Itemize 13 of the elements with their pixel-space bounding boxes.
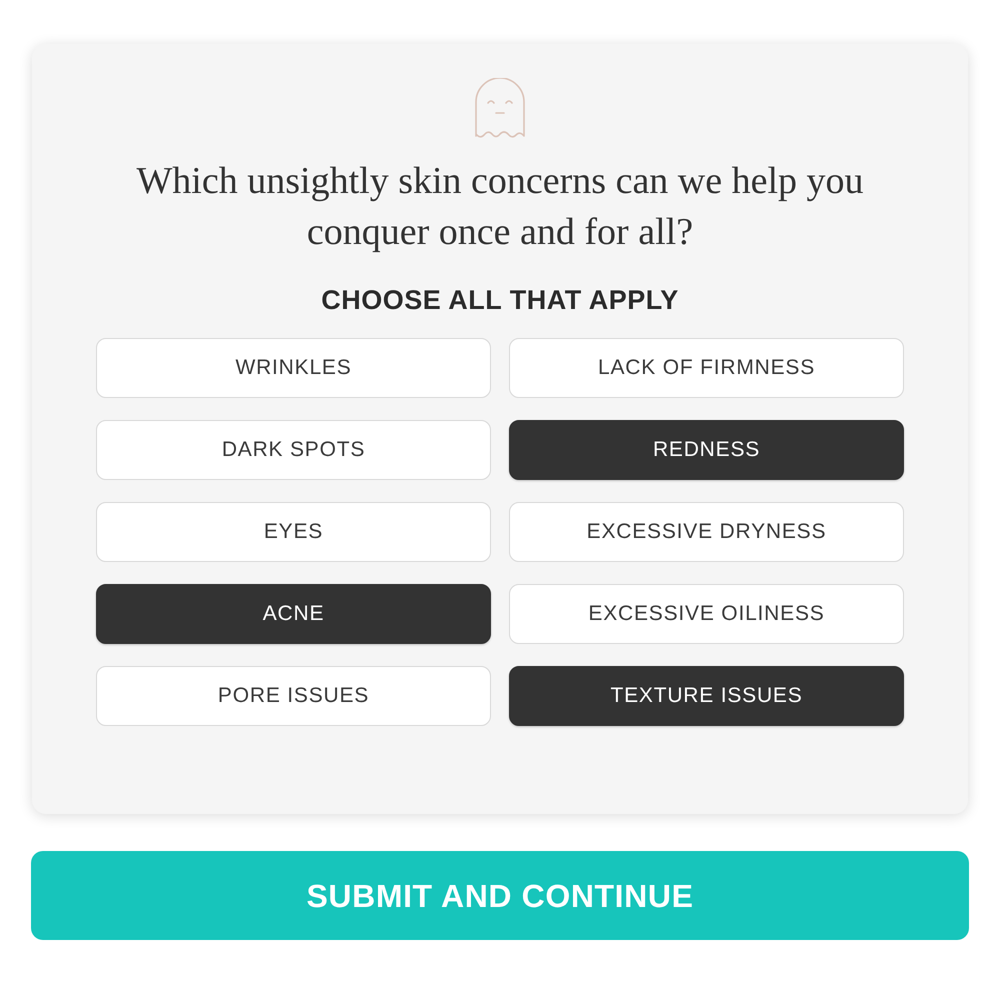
- option-button[interactable]: EYES: [96, 502, 491, 562]
- question-heading: Which unsightly skin concerns can we help you conquer once and for all?: [135, 159, 865, 255]
- option-button[interactable]: EXCESSIVE DRYNESS: [509, 502, 904, 562]
- option-button[interactable]: TEXTURE ISSUES: [509, 666, 904, 726]
- option-button[interactable]: WRINKLES: [96, 338, 491, 398]
- ghost-icon: [474, 78, 526, 138]
- instruction-text: CHOOSE ALL THAT APPLY: [321, 284, 679, 317]
- option-button[interactable]: LACK OF FIRMNESS: [509, 338, 904, 398]
- option-button[interactable]: PORE ISSUES: [96, 666, 491, 726]
- option-button[interactable]: EXCESSIVE OILINESS: [509, 584, 904, 644]
- option-button[interactable]: ACNE: [96, 584, 491, 644]
- option-button[interactable]: REDNESS: [509, 420, 904, 480]
- option-button[interactable]: DARK SPOTS: [96, 420, 491, 480]
